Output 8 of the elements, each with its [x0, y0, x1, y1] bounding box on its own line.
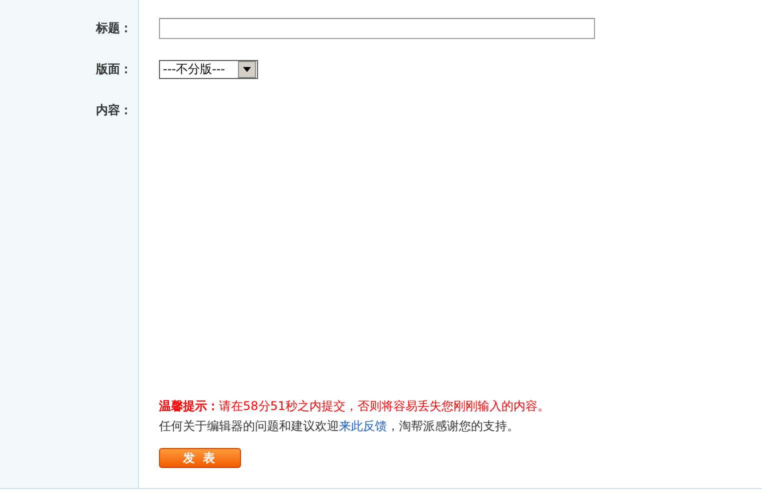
field-label: 内容： [96, 102, 132, 119]
board-dropdown[interactable]: ---不分版--- [159, 60, 258, 78]
warning-text: 温馨提示：请在58分51秒之内提交，否则将容易丢失您刚刚输入的内容。 [159, 398, 551, 415]
feedback-link[interactable]: 来此反馈 [339, 419, 387, 433]
feedback-text: 任何关于编辑器的问题和建议欢迎来此反馈，淘帮派感谢您的支持。 [159, 418, 520, 435]
field-label: 版面： [96, 61, 132, 78]
field-label: 标题： [96, 20, 132, 37]
title-input[interactable] [159, 18, 595, 38]
